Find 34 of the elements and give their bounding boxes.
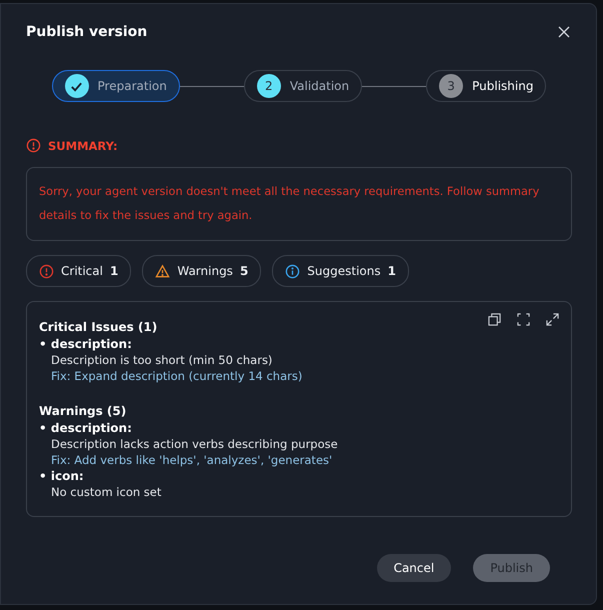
section-title: Warnings (5) xyxy=(39,403,126,420)
check-icon xyxy=(64,74,89,98)
alert-icon xyxy=(39,264,54,278)
issue-field: • description: xyxy=(39,420,132,436)
step-number: 2 xyxy=(256,74,281,98)
issue-message: No custom icon set xyxy=(50,484,162,500)
issue-message: Description lacks action verbs describing purpose xyxy=(50,436,339,452)
counter-count: 5 xyxy=(240,264,248,278)
copy-icon[interactable] xyxy=(488,313,501,326)
close-button[interactable] xyxy=(556,24,572,40)
issue-field: • description: xyxy=(39,336,132,352)
issue-fix: Fix: Expand description (currently 14 chars) xyxy=(50,368,304,384)
summary-title: SUMMARY: xyxy=(48,138,118,152)
expand-icon[interactable] xyxy=(546,313,559,326)
step-label: Publishing xyxy=(472,79,534,93)
step-label: Preparation xyxy=(98,79,167,93)
summary-message: Sorry, your agent version doesn't meet all the necessary requirements. Follow summary details to fix the issues and try again. xyxy=(26,167,572,241)
step-number: 3 xyxy=(439,74,464,98)
counter-label: Suggestions xyxy=(307,264,381,278)
issue-fix: Fix: Add verbs like 'helps', 'analyzes', 'generates' xyxy=(50,452,334,468)
counter-label: Warnings xyxy=(177,264,233,278)
dialog-title: Publish version xyxy=(26,24,148,40)
counter-count: 1 xyxy=(388,264,396,278)
section-title: Critical Issues (1) xyxy=(39,319,158,336)
info-icon xyxy=(285,264,300,278)
alert-icon xyxy=(26,138,41,153)
fullscreen-icon[interactable] xyxy=(517,313,530,326)
counter-label: Critical xyxy=(61,264,103,278)
warning-icon xyxy=(155,264,170,278)
counter-count: 1 xyxy=(110,264,118,278)
issue-message: Description is too short (min 50 chars) xyxy=(50,352,274,368)
step-label: Validation xyxy=(290,79,350,93)
issue-field: • icon: xyxy=(39,468,84,484)
cancel-button[interactable]: Cancel xyxy=(376,554,452,582)
